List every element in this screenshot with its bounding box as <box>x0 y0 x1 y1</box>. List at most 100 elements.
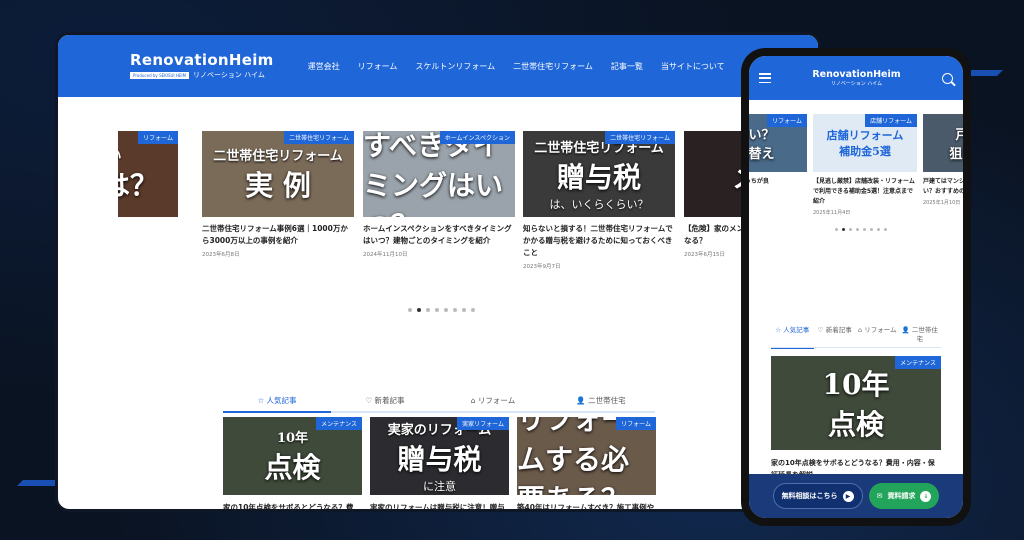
mail-icon: ✉ <box>876 492 883 500</box>
carousel-card[interactable]: ホームインスペクションホームインスペクションすべきタイミングはいつ？ホームインス… <box>363 131 515 258</box>
carousel-dots <box>835 228 887 231</box>
carousel-card[interactable]: リフォームしないントは？ いためのポイント 策も解説 <box>118 131 178 247</box>
nav-company[interactable]: 運営会社 <box>308 61 340 72</box>
article-title: 実家のリフォームは贈与税に注意！贈与税のかからないケースまで解説 <box>370 503 505 512</box>
article-title: 戸建てはマンシ い？おすすめの時 <box>923 178 963 195</box>
phone-screen: RenovationHeim リノベーション ハイム リフォームない？て替えリフ… <box>749 56 963 518</box>
thumb-text: 狙われや <box>949 147 963 162</box>
category-tag: メンテナンス <box>316 417 362 430</box>
article-thumbnail: ホームインスペクションホームインスペクションすべきタイミングはいつ？ <box>363 131 515 217</box>
article-date: 2023年9月7日 <box>523 264 561 270</box>
thumb-text: に注意 <box>423 479 456 493</box>
article-date: 2025年11月4日 <box>813 210 851 216</box>
thumb-text: 10年 <box>822 368 890 401</box>
phone-feature-article[interactable]: メンテナンス 10年 点検 家の10年点検をサボるとどうなる？費用・内容・保証延… <box>771 356 941 481</box>
request-docs-button[interactable]: ✉ 資料請求 ↓ <box>868 483 940 509</box>
thumb-text: 贈与税 <box>397 442 482 476</box>
thumb-text: て替え <box>749 147 775 162</box>
article-thumbnail: メンテナンス 10年点検 <box>223 417 362 495</box>
category-tag: 二世帯住宅リフォーム <box>605 131 675 144</box>
nav-articles[interactable]: 記事一覧 <box>611 61 643 72</box>
article-title: 知らないと損する！二世帯住宅リフォームでかかる贈与税を避けるために知っておくべき… <box>523 224 673 257</box>
thumb-text: 実 例 <box>245 168 311 202</box>
category-tag: 店舗リフォーム <box>865 114 917 127</box>
carousel-dot[interactable] <box>453 308 457 312</box>
tab-popular[interactable]: ☆ 人気記事 <box>771 326 814 349</box>
nav-reform[interactable]: リフォーム <box>358 61 398 72</box>
search-icon[interactable] <box>941 72 953 84</box>
tab-new[interactable]: ♡ 新着記事 <box>814 326 857 347</box>
carousel-dot[interactable] <box>870 228 873 231</box>
article-date: 2025年1月10日 <box>923 200 961 206</box>
carousel-dot[interactable] <box>462 308 466 312</box>
carousel-dot[interactable] <box>863 228 866 231</box>
category-tag: リフォーム <box>767 114 807 127</box>
thumb-text: 贈与税 <box>556 160 641 194</box>
carousel-card[interactable]: リフォーム戸建て狙われや戸建てはマンシ い？おすすめの時2025年1月10日 <box>923 114 963 206</box>
article-thumbnail: 二世帯住宅リフォーム 二世帯住宅リフォーム実 例 <box>202 131 354 217</box>
article-date: 2023年6月8日 <box>202 252 240 258</box>
phone-carousel: リフォームない？て替えリフォームはどっちが良 スト別に解説！店舗リフォーム店舗リ… <box>749 114 963 234</box>
carousel-dot[interactable] <box>856 228 859 231</box>
play-icon: ▶ <box>842 490 854 502</box>
article-title: リフォームはどっちが良 スト別に解説！ <box>749 178 769 185</box>
menu-icon[interactable] <box>759 73 771 83</box>
tab-reform[interactable]: ⌂ リフォーム <box>439 395 547 411</box>
site-header: RenovationHeim Produced by SEKISUI HEIM … <box>58 35 818 97</box>
article-card[interactable]: メンテナンス 10年点検家の10年点検をサボるとどうなる？費用・内容・保証延長を解… <box>223 417 362 512</box>
thumb-text: 二世帯住宅リフォーム <box>213 148 343 164</box>
category-tag: ホームインスペクション <box>439 131 515 144</box>
article-title: いためのポイント 策も解説 <box>118 223 178 247</box>
download-icon: ↓ <box>920 490 932 502</box>
article-title: ホームインスペクションをすべきタイミングはいつ？建物ごとのタイミングを紹介 <box>363 224 512 245</box>
article-thumbnail: 店舗リフォーム 店舗リフォーム 補助金5選 <box>813 114 917 172</box>
thumb-text: 点検 <box>264 450 321 484</box>
thumb-text: 10年 <box>276 430 309 446</box>
phone-header: RenovationHeim リノベーション ハイム <box>749 56 963 100</box>
logo-text: RenovationHeim <box>130 51 274 69</box>
carousel-dot[interactable] <box>842 228 845 231</box>
carousel-dot[interactable] <box>435 308 439 312</box>
carousel-card[interactable]: 二世帯住宅リフォーム 二世帯住宅リフォーム 贈与税 は、いくらくらい？ 知らないと損する… <box>523 131 675 270</box>
carousel-dot[interactable] <box>471 308 475 312</box>
tab-new[interactable]: ♡ 新着記事 <box>331 395 439 411</box>
carousel-card[interactable]: リフォームない？て替えリフォームはどっちが良 スト別に解説！ <box>749 114 807 197</box>
carousel-dot[interactable] <box>426 308 430 312</box>
carousel-dot[interactable] <box>444 308 448 312</box>
tab-two-household[interactable]: 👤 二世帯住宅 <box>547 395 655 411</box>
nav-two-household-reform[interactable]: 二世帯住宅リフォーム <box>513 61 593 72</box>
article-title: 家の10年点検をサボるとどうなる？費用・内容・保証延長を解説 <box>223 503 354 512</box>
nav-about[interactable]: 当サイトについて <box>661 61 725 72</box>
category-tag: リフォーム <box>616 417 656 430</box>
carousel-card[interactable]: 店舗リフォーム 店舗リフォーム 補助金5選 【見逃し厳禁】店舗改装・リフォームで利用で… <box>813 114 917 216</box>
carousel-card[interactable]: 二世帯住宅リフォーム 二世帯住宅リフォーム実 例二世帯住宅リフォーム事例6選｜10… <box>202 131 354 258</box>
tab-popular[interactable]: ☆ 人気記事 <box>223 395 331 413</box>
article-thumbnail: リフォームない？て替え <box>749 114 807 172</box>
logo-badge: Produced by SEKISUI HEIM <box>130 71 190 79</box>
tab-two-household[interactable]: 👤 二世帯住宅 <box>899 326 942 347</box>
carousel-dots <box>408 308 475 312</box>
thumb-text: しない <box>118 145 122 164</box>
carousel-dot[interactable] <box>849 228 852 231</box>
article-title: 築40年はリフォームすべき？施工事例やかかる費用を完全解説 <box>517 503 655 512</box>
featured-carousel: リフォームしないントは？いためのポイント 策も解説二世帯住宅リフォーム二世帯住宅… <box>118 131 818 291</box>
tab-reform[interactable]: ⌂ リフォーム <box>856 326 899 347</box>
carousel-dot[interactable] <box>417 308 421 312</box>
category-tag: メンテナンス <box>895 356 941 369</box>
free-consult-button[interactable]: 無料相談はこちら ▶ <box>772 483 863 509</box>
carousel-dot[interactable] <box>877 228 880 231</box>
main-nav: 運営会社 リフォーム スケルトンリフォーム 二世帯住宅リフォーム 記事一覧 当サ… <box>308 61 725 72</box>
article-thumbnail: リフォーム築40年リフォームする必要ある？施工事例や費用を紹介！ <box>517 417 656 495</box>
article-card[interactable]: 実家リフォーム実家のリフォーム贈与税に注意実家のリフォームは贈与税に注意！贈与税… <box>370 417 509 512</box>
carousel-dot[interactable] <box>408 308 412 312</box>
carousel-dot[interactable] <box>835 228 838 231</box>
nav-skeleton-reform[interactable]: スケルトンリフォーム <box>415 61 495 72</box>
phone-article-tabs: ☆ 人気記事 ♡ 新着記事 ⌂ リフォーム 👤 二世帯住宅 <box>771 326 942 349</box>
phone-bottom-bar: 無料相談はこちら ▶ ✉ 資料請求 ↓ <box>749 474 963 518</box>
phone-mockup: RenovationHeim リノベーション ハイム リフォームない？て替えリフ… <box>741 48 971 526</box>
site-logo[interactable]: RenovationHeim Produced by SEKISUI HEIM … <box>130 52 274 80</box>
article-card[interactable]: リフォーム築40年リフォームする必要ある？施工事例や費用を紹介！ 築40年はリフォ… <box>517 417 656 512</box>
phone-logo[interactable]: RenovationHeim リノベーション ハイム <box>812 69 900 87</box>
thumb-text: ントは？ <box>118 168 158 202</box>
carousel-dot[interactable] <box>884 228 887 231</box>
